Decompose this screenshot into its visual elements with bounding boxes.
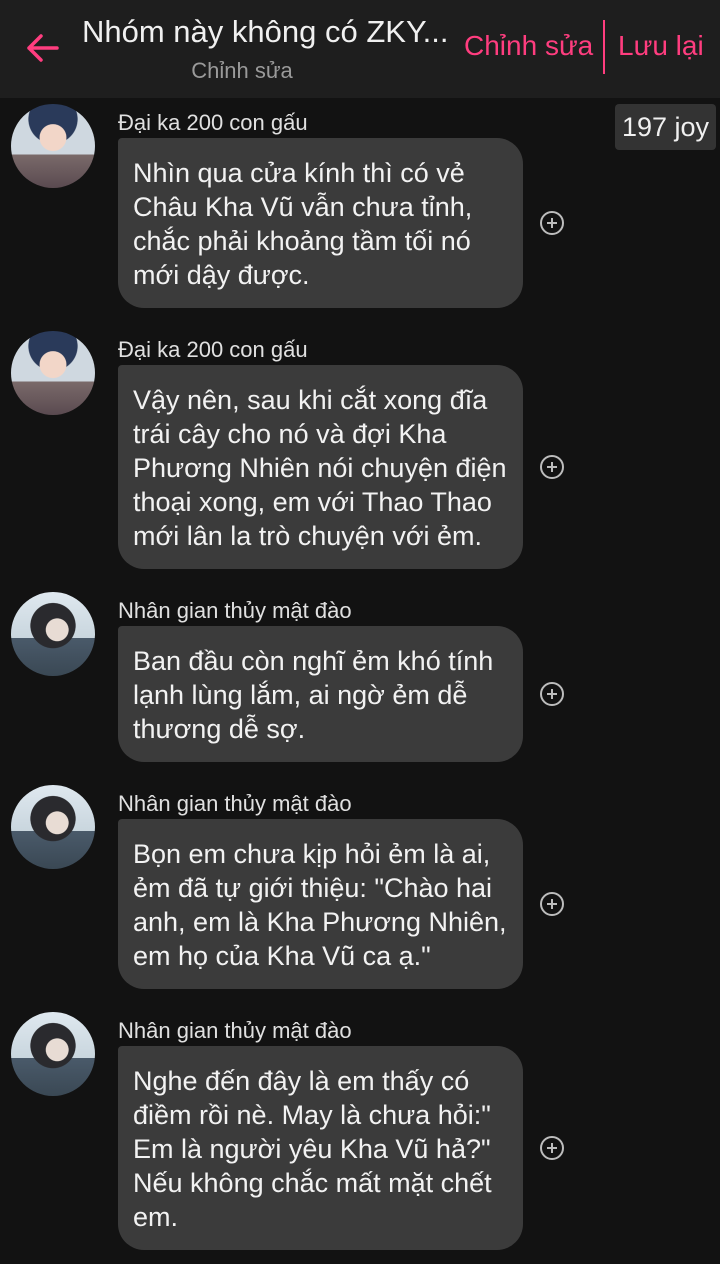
message-bubble[interactable]: Bọn em chưa kịp hỏi ẻm là ai, ẻm đã tự g… <box>118 819 523 989</box>
message-bubble[interactable]: Nghe đến đây là em thấy có điềm rồi nè. … <box>118 1046 523 1250</box>
top-bar: Nhóm này không có ZKY... Chỉnh sửa Chỉnh… <box>0 0 720 98</box>
avatar[interactable] <box>11 592 95 676</box>
avatar[interactable] <box>11 104 95 188</box>
add-reaction-icon[interactable] <box>540 455 564 479</box>
add-reaction-icon[interactable] <box>540 892 564 916</box>
avatar[interactable] <box>11 785 95 869</box>
back-button[interactable] <box>18 26 66 70</box>
avatar[interactable] <box>11 331 95 415</box>
message-bubble[interactable]: Ban đầu còn nghĩ ẻm khó tính lạnh lùng l… <box>118 626 523 762</box>
sender-name: Đại ka 200 con gấu <box>118 337 308 362</box>
chat-title: Nhóm này không có ZKY... <box>82 14 449 49</box>
avatar[interactable] <box>11 1012 95 1096</box>
chat-subtitle: Chỉnh sửa <box>191 58 293 83</box>
message-bubble[interactable]: Nhìn qua cửa kính thì có vẻ Châu Kha Vũ … <box>118 138 523 308</box>
header-divider <box>603 20 605 74</box>
sender-name: Nhân gian thủy mật đào <box>118 791 352 816</box>
sender-name: Nhân gian thủy mật đào <box>118 1018 352 1043</box>
edit-button[interactable]: Chỉnh sửa <box>464 30 593 62</box>
sender-name: Nhân gian thủy mật đào <box>118 598 352 623</box>
arrow-left-icon <box>27 34 59 62</box>
add-reaction-icon[interactable] <box>540 682 564 706</box>
add-reaction-icon[interactable] <box>540 211 564 235</box>
add-reaction-icon[interactable] <box>540 1136 564 1160</box>
message-bubble[interactable]: Vậy nên, sau khi cắt xong đĩa trái cây c… <box>118 365 523 569</box>
sender-name: Đại ka 200 con gấu <box>118 110 308 135</box>
save-button[interactable]: Lưu lại <box>618 30 704 62</box>
joy-badge: 197 joy <box>615 104 716 150</box>
